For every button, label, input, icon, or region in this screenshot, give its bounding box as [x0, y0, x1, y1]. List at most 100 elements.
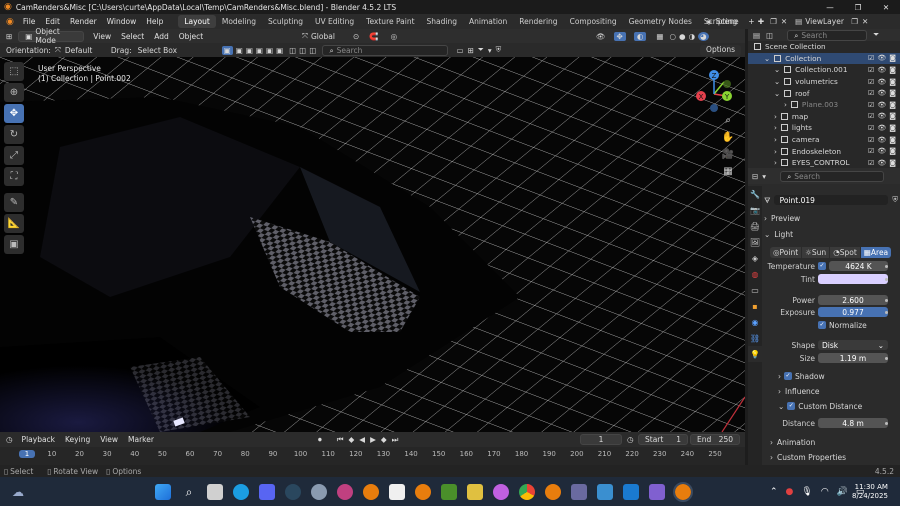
camera-icon[interactable]: ◙	[889, 147, 896, 155]
transform-orientation-icon[interactable]: ⤧	[302, 31, 308, 41]
properties-editor-icon[interactable]: ⊟	[752, 172, 758, 181]
outliner-item[interactable]: › Plane.003 ☑ 👁 ◙	[748, 99, 900, 111]
next-keyframe-icon[interactable]: ◆	[381, 435, 387, 444]
view-layer-tab-icon[interactable]: 🖼	[748, 234, 762, 250]
animate-dot[interactable]	[885, 264, 888, 268]
world-tab-icon[interactable]: ◍	[748, 266, 762, 282]
editor-type-icon[interactable]: ⊞	[6, 32, 12, 41]
distance-field[interactable]: 4.8 m	[818, 418, 888, 428]
camera-icon[interactable]: ◙	[889, 78, 896, 86]
scene-icon[interactable]: ◈	[706, 17, 712, 26]
normalize-checkbox[interactable]: ✓	[818, 321, 826, 329]
tab-uv-editing[interactable]: UV Editing	[309, 15, 360, 28]
render-tab-icon[interactable]: 📷	[748, 202, 762, 218]
light-type-sun[interactable]: ☼ Sun	[802, 246, 830, 258]
camera-icon[interactable]: ◙	[889, 89, 896, 97]
steam-icon[interactable]	[285, 483, 301, 500]
exposure-field[interactable]: 0.977	[818, 307, 888, 317]
tab-layout[interactable]: Layout	[178, 15, 216, 28]
overlay-toggle-icon[interactable]: ◐	[633, 31, 647, 41]
tab-compositing[interactable]: Compositing	[564, 15, 623, 28]
menu-object[interactable]: Object	[174, 32, 208, 41]
select-box-tool-icon[interactable]: ⬚	[4, 62, 24, 81]
blender-app-icon-2[interactable]	[415, 483, 431, 500]
view-layer-icon[interactable]: ▤	[795, 17, 802, 26]
layer-toggle-icon-3[interactable]: ◫	[309, 46, 316, 55]
menu-marker[interactable]: Marker	[123, 435, 159, 444]
checkbox-icon[interactable]: ☑	[868, 54, 874, 62]
eye-icon[interactable]: 👁	[877, 78, 886, 86]
mode-dropdown[interactable]: ▣ Object Mode	[18, 27, 85, 45]
transform-tool-icon[interactable]: ⛶	[4, 167, 24, 186]
annotate-tool-icon[interactable]: ✎	[4, 193, 24, 212]
select-mode-intersect-icon[interactable]: ▣	[266, 46, 273, 55]
custom-properties-panel-header[interactable]: › Custom Properties	[770, 451, 900, 463]
scale-tool-icon[interactable]: ⤢	[4, 146, 24, 165]
outliner-item[interactable]: ⌄ roof ☑ 👁 ◙	[748, 87, 900, 99]
checkbox-icon[interactable]: ☑	[868, 136, 874, 144]
close-button[interactable]: ✕	[872, 3, 900, 12]
camera-icon[interactable]: ◙	[889, 159, 896, 167]
camera-icon[interactable]: ◙	[889, 124, 896, 132]
prev-keyframe-icon[interactable]: ◆	[349, 435, 355, 444]
toggle-icon-b[interactable]: ⊞	[468, 46, 474, 55]
display-mode-icon[interactable]: ◫	[766, 31, 773, 40]
animate-dot[interactable]	[885, 421, 888, 425]
cursor-tool-icon[interactable]: ⊕	[4, 83, 24, 102]
shading-rendered-icon[interactable]: ◕	[698, 31, 709, 41]
shape-dropdown[interactable]: Disk ⌄	[818, 340, 888, 350]
checkbox-icon[interactable]: ☑	[868, 159, 874, 167]
menu-add[interactable]: Add	[149, 32, 174, 41]
menu-playback[interactable]: Playback	[17, 435, 60, 444]
timeline-editor-icon[interactable]: ◷	[6, 435, 13, 444]
light-panel-header[interactable]: ⌄ Light	[764, 228, 898, 240]
select-mode-extend-icon[interactable]: ▣	[236, 46, 243, 55]
camera-icon[interactable]: ◙	[889, 112, 896, 120]
shadow-panel-header[interactable]: › ✓ Shadow	[778, 370, 900, 382]
maximize-button[interactable]: ❐	[844, 3, 872, 12]
navigation-gizmo[interactable]: Z Y X	[694, 66, 744, 116]
animate-dot[interactable]	[885, 356, 888, 360]
tint-color-swatch[interactable]	[818, 274, 888, 284]
3d-viewport[interactable]: User Perspective (1) Collection | Point.…	[0, 57, 745, 432]
shading-material-icon[interactable]: ◑	[689, 32, 696, 41]
menu-view[interactable]: View	[88, 32, 116, 41]
properties-search[interactable]: ⌕ Search	[780, 170, 885, 182]
eye-icon[interactable]: 👁	[877, 89, 886, 97]
custom-distance-panel-header[interactable]: ⌄ ✓ Custom Distance	[778, 400, 900, 412]
tab-sculpting[interactable]: Sculpting	[262, 15, 309, 28]
shading-wire-icon[interactable]: ○	[669, 32, 676, 41]
select-mode-invert-icon[interactable]: ▣	[256, 46, 263, 55]
tab-texture-paint[interactable]: Texture Paint	[360, 15, 420, 28]
current-frame-field[interactable]: 1	[580, 434, 622, 445]
folder-icon[interactable]	[649, 483, 665, 500]
physics-tab-icon[interactable]: ◉	[748, 314, 762, 330]
edge-icon[interactable]	[233, 483, 249, 500]
playhead[interactable]: 1	[19, 450, 35, 458]
blender-app-icon[interactable]	[363, 483, 379, 500]
checkbox-icon[interactable]: ☑	[868, 112, 874, 120]
shading-solid-icon[interactable]: ●	[679, 32, 686, 41]
menu-edit[interactable]: Edit	[40, 17, 65, 26]
blender-menu-icon[interactable]: ◉	[6, 17, 14, 27]
select-mode-extra-icon[interactable]: ▣	[276, 46, 283, 55]
menu-keying[interactable]: Keying	[60, 435, 95, 444]
scene-tab-icon[interactable]: ◈	[748, 250, 762, 266]
rotate-tool-icon[interactable]: ↻	[4, 125, 24, 144]
animate-dot[interactable]	[885, 277, 888, 281]
animate-dot[interactable]	[885, 310, 888, 314]
drag-dropdown[interactable]: Select Box	[138, 46, 218, 55]
play-icon[interactable]: ▶	[370, 435, 376, 444]
outliner-item[interactable]: › camera ☑ 👁 ◙	[748, 134, 900, 146]
tray-overflow-icon[interactable]: ⌃	[770, 487, 778, 497]
menu-select[interactable]: Select	[116, 32, 149, 41]
volume-icon[interactable]: 🔊	[837, 487, 848, 497]
zoom-icon[interactable]: ⌕	[718, 112, 738, 129]
custom-distance-checkbox[interactable]: ✓	[787, 402, 796, 410]
task-view-icon[interactable]	[207, 483, 223, 500]
expand-chevron-icon[interactable]: ›	[774, 147, 777, 156]
jump-start-icon[interactable]: ⏮	[337, 435, 344, 445]
tab-rendering[interactable]: Rendering	[513, 15, 563, 28]
menu-help[interactable]: Help	[141, 17, 168, 26]
microphone-icon[interactable]: 🎙	[801, 487, 812, 497]
